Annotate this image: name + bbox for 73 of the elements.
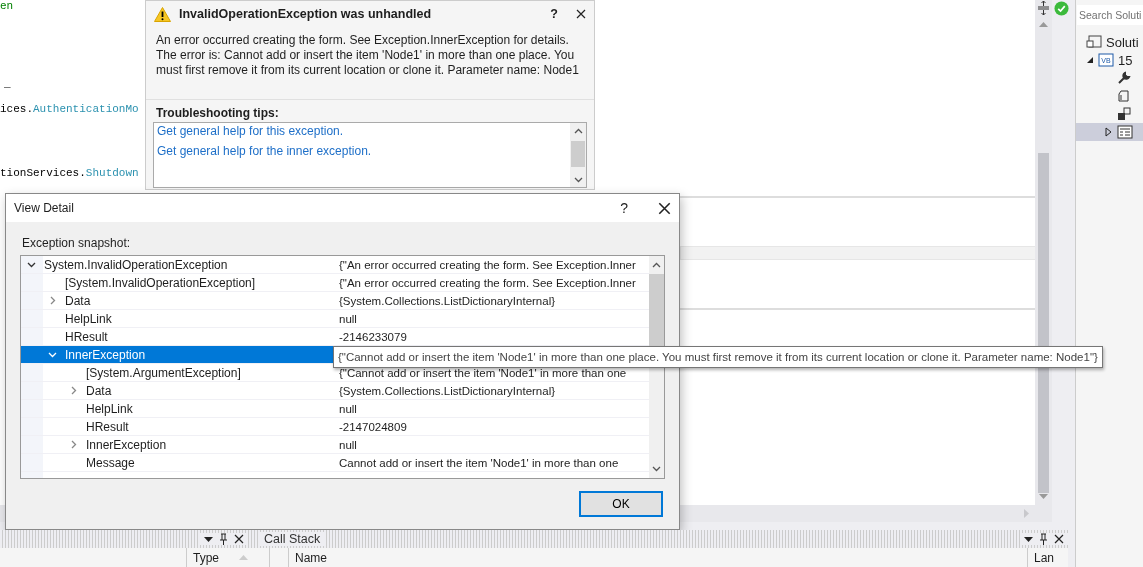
property-value: null [339,402,357,415]
tree-item-label: 15 [1118,52,1133,68]
pin-icon[interactable] [1039,533,1048,545]
property-value: {"An error occurred creating the form. See Exception.Inner [339,258,636,271]
property-name[interactable]: [System.ArgumentException] [21,364,334,381]
property-value: -2146233079 [339,330,407,343]
chevron-right-icon[interactable] [69,386,78,395]
close-icon[interactable] [234,534,244,544]
property-value: null [339,312,357,325]
dropdown-icon[interactable] [204,536,213,542]
collapsed-icon[interactable] [1105,127,1113,137]
tips-heading: Troubleshooting tips: [155,105,280,122]
property-value: {System.Collections.ListDictionaryInternal} [339,384,556,397]
tree-item-label: Soluti [1106,34,1139,50]
property-name[interactable]: Data [21,292,334,309]
code-line: en [0,0,14,12]
exception-title: InvalidOperationException was unhandled [179,7,432,21]
property-name[interactable]: InnerException [21,346,334,363]
property-name[interactable]: HResult [21,418,334,435]
snapshot-label: Exception snapshot: [21,235,132,252]
scroll-down-icon[interactable] [652,466,661,472]
property-name[interactable]: InnerException [21,436,334,453]
close-icon[interactable] [576,9,586,19]
chevron-right-icon[interactable] [69,440,78,449]
column-header[interactable]: Lan [1034,550,1055,565]
property-name[interactable]: [System.InvalidOperationException] [21,274,334,291]
chevron-down-icon[interactable] [27,260,36,269]
property-value: -2147024809 [339,420,407,433]
property-value: Cannot add or insert the item 'Node1' in more than one [339,456,619,469]
wrench-icon [1117,71,1131,85]
column-header[interactable]: Name [295,550,327,565]
code-line: tionServices.Shutdown [0,167,139,179]
tree-item[interactable]: Soluti [1076,33,1143,51]
property-value: null [339,438,357,451]
code-line: ices.AuthenticationMo [0,103,139,115]
property-name[interactable]: HelpLink [21,310,334,327]
expanded-icon[interactable] [1086,56,1094,64]
dropdown-icon[interactable] [1024,536,1033,542]
help-button[interactable]: ? [550,7,558,21]
property-value: {System.Collections.ListDictionaryInternal} [339,294,556,307]
help-link[interactable]: Get general help for this exception. [157,124,567,138]
help-link[interactable]: Get general help for the inner exception. [157,144,567,158]
column-header[interactable]: Type [193,550,219,565]
close-icon[interactable] [1054,534,1064,544]
pin-icon[interactable] [219,533,228,545]
settings-icon [1117,107,1131,121]
close-icon[interactable] [658,201,671,215]
panel-title[interactable]: Call Stack [258,532,327,546]
help-button[interactable]: ? [620,200,628,216]
dialog-title: View Detail [14,201,74,215]
value-tooltip: {"Cannot add or insert the item 'Node1' in more than one place. You must first remove it from its current location or clone it. Parameter name: Node1"} [333,346,1103,368]
scrollbar-thumb[interactable] [571,141,585,167]
property-value: {"An error occurred creating the form. See Exception.Inner [339,276,636,289]
form-icon [1117,125,1133,139]
code-line: _ [4,78,11,90]
property-name[interactable]: System.InvalidOperationException [21,256,334,273]
solution-icon [1086,35,1102,49]
scroll-down-icon[interactable] [573,177,583,183]
property-name[interactable]: HelpLink [21,400,334,417]
splitter-icon[interactable] [1037,1,1050,15]
ok-button[interactable]: OK [579,491,663,517]
warning-icon [154,6,171,22]
property-name[interactable]: Message [21,454,334,471]
check-icon [1054,1,1069,16]
property-value: {"Cannot add or insert the item 'Node1' in more than one [339,366,627,379]
exception-message: An error occurred creating the form. See Exception.InnerException for details. The error is: Cannot add or insert the item 'Node1' in more than one place. You must first remove it from its current location or clone it. Parameter name: Node1 [155,32,580,79]
scroll-up-icon[interactable] [652,262,661,268]
scroll-up-icon[interactable] [573,128,583,134]
property-name[interactable]: HResult [21,328,334,345]
property-name[interactable]: Data [21,382,334,399]
search-field[interactable]: Search Soluti [1077,5,1143,25]
chevron-right-icon[interactable] [48,296,57,305]
references-icon [1117,89,1131,103]
